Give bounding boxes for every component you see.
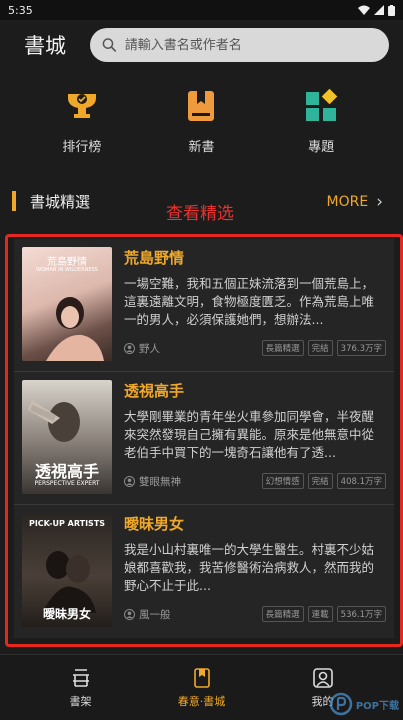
book-tag-status: 連載 [307, 606, 333, 622]
quick-link-label: 排行榜 [62, 140, 102, 155]
search-icon [102, 38, 117, 53]
search-input[interactable] [124, 37, 377, 53]
quick-link-ranking[interactable]: 排行榜 [37, 80, 127, 168]
book-author: 野人 [124, 341, 258, 356]
quick-link-label: 新書 [188, 140, 215, 155]
book-tag-genre: 長篇精選 [261, 340, 304, 356]
quick-link-topics[interactable]: 專題 [276, 80, 366, 168]
watermark-text: POP下载 [355, 700, 399, 712]
section-title: 書城精選 [30, 192, 91, 211]
page-title: 書城 [24, 34, 66, 58]
book-title[interactable]: 曖昧男女 [124, 513, 386, 534]
author-icon [124, 475, 135, 487]
status-bar: 5:35 [0, 0, 403, 20]
top-bar: 書城 [0, 20, 403, 70]
bookshelf-icon [72, 668, 89, 687]
status-time: 5:35 [8, 3, 33, 17]
author-icon [124, 342, 135, 354]
book-tag-wordcount: 376.3万字 [336, 340, 386, 356]
nav-bookshelf[interactable]: 書架 [36, 655, 126, 720]
grid-tiles-icon [306, 88, 338, 121]
featured-book-list: 荒島野情 WOMAN IN WILDERNESS 荒島野情 一場空難，我和五個正… [5, 234, 403, 647]
more-link[interactable]: MORE › [327, 192, 383, 212]
quick-link-label: 專題 [308, 140, 335, 155]
book-tag-status: 完結 [307, 340, 333, 356]
book-store-icon [193, 667, 210, 688]
cover-title: 曖昧男女 [42, 607, 91, 621]
book-card[interactable]: 透視高手 PERSPECTIVE EXPERT 透視高手 大學剛畢業的青年坐火車… [14, 372, 394, 505]
nav-bookstore[interactable]: 春意·書城 [157, 655, 247, 720]
book-cover[interactable]: 透視高手 PERSPECTIVE EXPERT [22, 380, 112, 494]
author-name: 雙眼無神 [139, 475, 181, 488]
nav-label: 春意·書城 [177, 694, 226, 708]
book-cover[interactable]: PICK-UP ARTISTS 曖昧男女 [22, 513, 112, 627]
book-tag-genre: 長篇精選 [261, 606, 304, 622]
book-synopsis: 大學剛畢業的青年坐火車參加同學會，半夜醒來突然發現自己擁有異能。原來是他無意中從… [124, 409, 375, 461]
book-card[interactable]: PICK-UP ARTISTS 曖昧男女 曖昧男女 我是小山村裏唯一的大學生醫生… [14, 505, 394, 638]
search-box[interactable] [90, 28, 389, 62]
annotation-label: 查看精选 [166, 204, 234, 224]
book-cover[interactable]: 荒島野情 WOMAN IN WILDERNESS [22, 247, 112, 361]
book-title[interactable]: 荒島野情 [124, 247, 386, 268]
quick-links: 排行榜 新書 專題 [0, 80, 403, 168]
book-tag-wordcount: 536.1万字 [336, 606, 386, 622]
battery-icon [388, 4, 395, 16]
book-card[interactable]: 荒島野情 WOMAN IN WILDERNESS 荒島野情 一場空難，我和五個正… [14, 239, 394, 372]
profile-icon [312, 667, 333, 688]
book-info: 荒島野情 一場空難，我和五個正妹流落到一個荒島上，這裏遠離文明，食物極度匱乏。作… [124, 247, 386, 363]
cover-title: 透視高手 [34, 462, 99, 481]
book-info: 曖昧男女 我是小山村裏唯一的大學生醫生。村裏不少姑娘都喜歡我，我苦修醫術治病救人… [124, 513, 386, 630]
more-label: MORE [326, 194, 369, 210]
cover-figure [46, 297, 104, 361]
book-info: 透視高手 大學剛畢業的青年坐火車參加同學會，半夜醒來突然發現自己擁有異能。原來是… [124, 380, 386, 496]
book-meta: 野人 長篇精選 完結 376.3万字 [124, 340, 386, 356]
wifi-icon [358, 5, 370, 15]
book-meta: 風一般 長篇精選 連載 536.1万字 [124, 606, 386, 622]
author-name: 野人 [139, 342, 160, 355]
book-synopsis: 我是小山村裏唯一的大學生醫生。村裏不少姑娘都喜歡我，我苦修醫術治病救人，然而我的… [124, 542, 375, 594]
book-tag-status: 完結 [307, 473, 333, 489]
author-name: 風一般 [139, 608, 171, 621]
book-tag-wordcount: 408.1万字 [336, 473, 386, 489]
quick-link-new-books[interactable]: 新書 [156, 80, 246, 168]
author-icon [124, 608, 135, 620]
watermark-logo-icon [329, 692, 353, 716]
book-author: 風一般 [124, 607, 258, 622]
book-meta: 雙眼無神 幻想情感 完結 408.1万字 [124, 473, 386, 489]
signal-icon [374, 5, 384, 15]
book-tag-genre: 幻想情感 [261, 473, 304, 489]
nav-label: 書架 [69, 694, 92, 708]
section-accent-bar [12, 191, 16, 211]
watermark: POP下载 [329, 692, 399, 716]
bookmark-book-icon [188, 91, 215, 121]
status-icons [358, 4, 395, 16]
chevron-right-icon: › [376, 192, 383, 212]
book-title[interactable]: 透視高手 [124, 380, 386, 401]
book-synopsis: 一場空難，我和五個正妹流落到一個荒島上，這裏遠離文明，食物極度匱乏。作為荒島上唯… [124, 276, 375, 328]
trophy-icon [67, 94, 96, 118]
cover-subtitle: PERSPECTIVE EXPERT [34, 480, 100, 487]
book-author: 雙眼無神 [124, 474, 258, 489]
